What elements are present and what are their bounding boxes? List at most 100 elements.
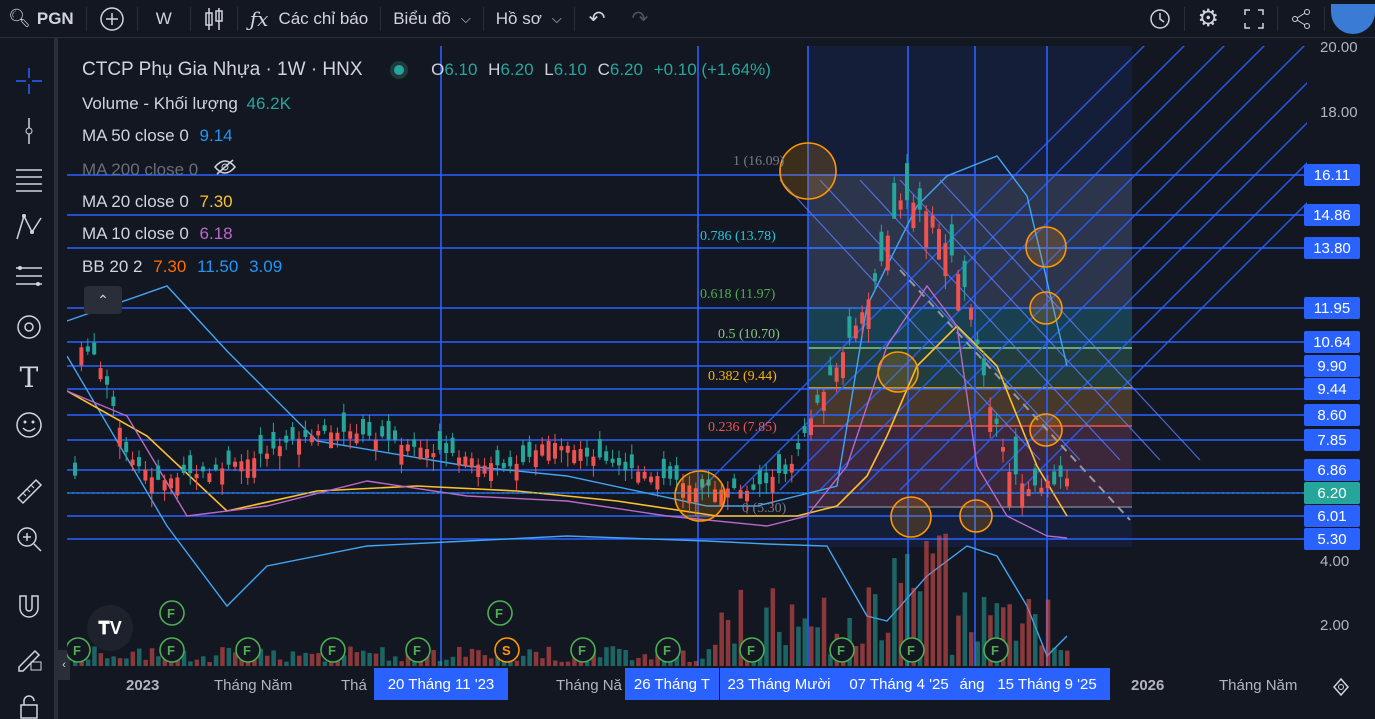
price-tag[interactable]: 9.90	[1304, 355, 1360, 377]
candle-body	[425, 449, 429, 458]
legend-bb[interactable]: BB 20 2 7.30 11.50 3.09	[82, 257, 282, 277]
price-tag[interactable]: 11.95	[1304, 297, 1360, 319]
time-tag[interactable]: áng	[959, 668, 985, 700]
candle-body	[674, 465, 679, 480]
candle-body	[905, 163, 909, 201]
price-tag[interactable]: 8.60	[1304, 404, 1360, 426]
legend-ma20[interactable]: MA 20 close 0 7.30	[82, 192, 233, 212]
interval-button[interactable]: W	[138, 0, 190, 38]
ohlc-values: O6.10 H6.20 L6.10 C6.20 +0.10 (+1.64%)	[431, 60, 771, 79]
time-tag[interactable]: 15 Tháng 9 '25	[984, 668, 1110, 700]
price-tag[interactable]: 9.44	[1304, 378, 1360, 400]
legend-ma200[interactable]: MA 200 close 0	[82, 159, 237, 180]
candle-body	[572, 450, 577, 464]
price-tag[interactable]: 10.64	[1304, 331, 1360, 353]
time-tag[interactable]: 26 Tháng T	[625, 668, 719, 700]
price-tag[interactable]: 6.86	[1304, 459, 1360, 481]
price-tag[interactable]: 14.86	[1304, 204, 1360, 226]
settings-gear-icon[interactable]: ⚙	[1185, 0, 1231, 38]
horizontal-lines-icon[interactable]	[12, 162, 46, 196]
tradingview-logo[interactable]: 𝐓V	[87, 605, 133, 651]
candle-body	[917, 188, 922, 210]
fib-tool-icon[interactable]	[12, 260, 46, 294]
crosshair-icon[interactable]	[12, 64, 46, 98]
event-letter: F	[167, 643, 175, 658]
volume-bar	[380, 647, 385, 666]
legend-ma50[interactable]: MA 50 close 0 9.14	[82, 126, 233, 146]
symbol-title[interactable]: CTCP Phụ Gia Nhựa · 1W · HNX	[82, 59, 363, 80]
volume-bar	[1020, 623, 1025, 666]
candle-body	[834, 367, 839, 382]
candle-body	[316, 430, 321, 436]
volume-bar	[92, 646, 97, 666]
volume-bar	[213, 655, 219, 666]
chart-menu-button[interactable]: Biểu đồ ⌵	[381, 0, 483, 38]
eye-hidden-icon[interactable]	[213, 159, 237, 179]
symbol-search[interactable]: 🔍︎ PGN	[0, 0, 86, 38]
event-letter: F	[73, 643, 81, 658]
profile-menu-button[interactable]: Hồ sơ ⌵	[484, 0, 574, 38]
lock-drawing-icon[interactable]	[12, 640, 46, 674]
volume-bar	[924, 540, 929, 666]
magnet-icon[interactable]	[12, 590, 46, 624]
candle-body	[418, 447, 423, 460]
lock-icon[interactable]	[12, 690, 46, 719]
candle-body	[117, 427, 122, 447]
pattern-icon[interactable]	[12, 210, 46, 244]
alert-icon[interactable]	[1136, 0, 1184, 38]
axis-settings-icon[interactable]	[1330, 676, 1352, 698]
ruler-icon[interactable]	[12, 474, 46, 508]
price-tag[interactable]: 5.30	[1304, 528, 1360, 550]
undo-icon[interactable]: ↶	[575, 0, 620, 38]
share-icon[interactable]	[1278, 0, 1324, 38]
legend-ma10[interactable]: MA 10 close 0 6.18	[82, 224, 233, 244]
volume-bar	[1013, 640, 1019, 666]
volume-bar	[770, 588, 776, 666]
candle-body	[873, 273, 877, 282]
redo-icon[interactable]: ↷	[619, 0, 660, 38]
price-tag[interactable]: 16.11	[1304, 164, 1360, 186]
price-axis[interactable]: 20.00 18.00 4.00 2.00 16.11 14.86 13.80 11.95 10…	[1304, 39, 1375, 666]
volume-bar	[149, 648, 155, 666]
time-axis[interactable]: 2023 Tháng Năm Thá Tháng Nă 2026 Tháng Năm 20 …	[67, 666, 1375, 706]
candle-body	[1058, 465, 1063, 477]
candle-body	[969, 307, 973, 320]
time-tag[interactable]: 20 Tháng 11 '23	[374, 668, 508, 700]
candle-body	[431, 453, 436, 458]
indicators-button[interactable]: ƒx Các chỉ báo	[238, 0, 380, 38]
text-tool-icon[interactable]: T	[12, 360, 46, 394]
candle-body	[802, 426, 807, 434]
fib-level-label: 1 (16.09)	[733, 154, 785, 169]
emoji-icon[interactable]	[12, 408, 46, 442]
plus-circle-icon[interactable]	[87, 0, 137, 38]
volume-bar	[265, 655, 270, 666]
price-tag[interactable]: 6.20	[1304, 482, 1360, 504]
highlight-circle	[1029, 291, 1063, 325]
fullscreen-icon[interactable]	[1231, 0, 1277, 38]
candle-body	[930, 215, 935, 228]
volume-bar	[354, 652, 360, 666]
collapse-legend-button[interactable]: ⌃	[84, 286, 122, 314]
chart-pane[interactable]: 1 (16.09) 0.786 (13.78) 0.618 (11.97) 0.5 (…	[67, 46, 1307, 666]
candle-body	[642, 471, 647, 479]
price-tag[interactable]: 13.80	[1304, 237, 1360, 259]
candle-body	[604, 451, 609, 461]
time-tick-label: Tháng Nă	[556, 677, 622, 694]
brush-icon[interactable]	[12, 310, 46, 344]
zoom-in-icon[interactable]	[12, 522, 46, 556]
user-avatar[interactable]	[1331, 3, 1375, 34]
legend-volume[interactable]: Volume - Khối lượng 46.2K	[82, 94, 291, 114]
time-tag[interactable]: 07 Tháng 4 '25	[838, 668, 960, 700]
legend-title-row: CTCP Phụ Gia Nhựa · 1W · HNX O6.10 H6.20…	[82, 59, 771, 81]
price-tag[interactable]: 6.01	[1304, 505, 1360, 527]
chart-canvas[interactable]: 1 (16.09) 0.786 (13.78) 0.618 (11.97) 0.5 (…	[67, 46, 1307, 666]
candle-body	[194, 473, 199, 479]
time-tag[interactable]: 23 Tháng Mười	[720, 668, 838, 700]
candles-icon[interactable]	[191, 0, 237, 38]
candle-body	[597, 439, 602, 458]
volume-bar	[949, 654, 955, 666]
price-tag[interactable]: 7.85	[1304, 429, 1360, 451]
candle-body	[303, 430, 308, 437]
trend-line-icon[interactable]	[12, 114, 46, 148]
candle-body	[898, 200, 903, 210]
